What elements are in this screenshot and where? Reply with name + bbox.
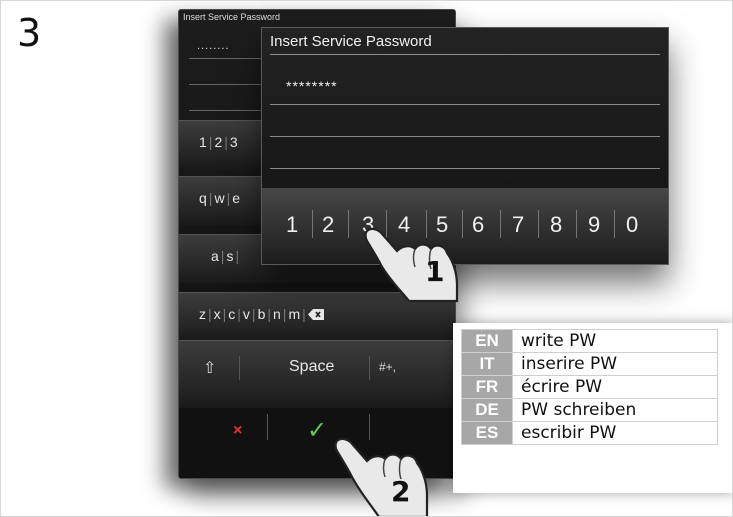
instruction-frame: 3 Insert Service Password ........ 1 | 2 | 3… [0,0,733,517]
lang-text: écrire PW [512,375,718,399]
backspace-icon[interactable] [307,309,324,320]
divider [270,104,660,105]
divider [267,414,268,440]
callout-number-2: 2 [391,475,411,508]
divider [369,356,370,380]
lang-text: escribir PW [512,421,718,445]
key-e[interactable]: e [232,190,240,206]
translation-row-en: EN write PW [461,329,718,353]
divider [239,356,240,380]
key-m[interactable]: m [288,306,300,322]
screen-title: Insert Service Password [183,12,281,22]
key-7[interactable]: 7 [512,212,524,238]
lang-code: DE [461,398,513,422]
key-q[interactable]: q [199,190,207,206]
lang-code: FR [461,375,513,399]
key-0[interactable]: 0 [626,212,638,238]
password-field[interactable]: ........ [197,40,229,52]
divider [270,168,660,169]
translation-row-fr: FR écrire PW [461,375,718,399]
step-number: 3 [17,11,42,55]
key-v[interactable]: v [243,306,250,322]
cancel-icon[interactable]: × [233,422,242,440]
lang-text: PW schreiben [512,398,718,422]
translation-row-de: DE PW schreiben [461,398,718,422]
key-3[interactable]: 3 [230,134,238,150]
lang-code: IT [461,352,513,376]
lang-code: EN [461,329,513,353]
key-n[interactable]: n [273,306,281,322]
callout-number-1: 1 [425,255,445,288]
shift-arrow-icon[interactable]: ⇧ [203,358,216,378]
key-x[interactable]: x [214,306,221,322]
key-2[interactable]: 2 [322,212,334,238]
translation-row-es: ES escribir PW [461,421,718,445]
confirm-check-icon[interactable]: ✓ [307,416,327,445]
key-a[interactable]: a [211,248,219,264]
key-8[interactable]: 8 [550,212,562,238]
pointing-hand-icon [364,227,459,303]
lang-text: write PW [512,329,718,353]
screen-title: Insert Service Password [270,33,432,50]
translation-row-it: IT inserire PW [461,352,718,376]
symbols-key[interactable]: #+, [379,360,396,374]
password-field[interactable]: ******** [286,78,338,94]
key-9[interactable]: 9 [588,212,600,238]
key-1[interactable]: 1 [199,134,207,150]
divider [270,136,660,137]
key-w[interactable]: w [214,190,224,206]
lang-text: inserire PW [512,352,718,376]
key-1[interactable]: 1 [286,212,298,238]
lang-code: ES [461,421,513,445]
translation-table: EN write PW IT inserire PW FR écrire PW … [453,323,732,493]
key-z[interactable]: z [199,306,206,322]
divider [270,54,660,55]
space-key[interactable]: Space [289,358,334,376]
